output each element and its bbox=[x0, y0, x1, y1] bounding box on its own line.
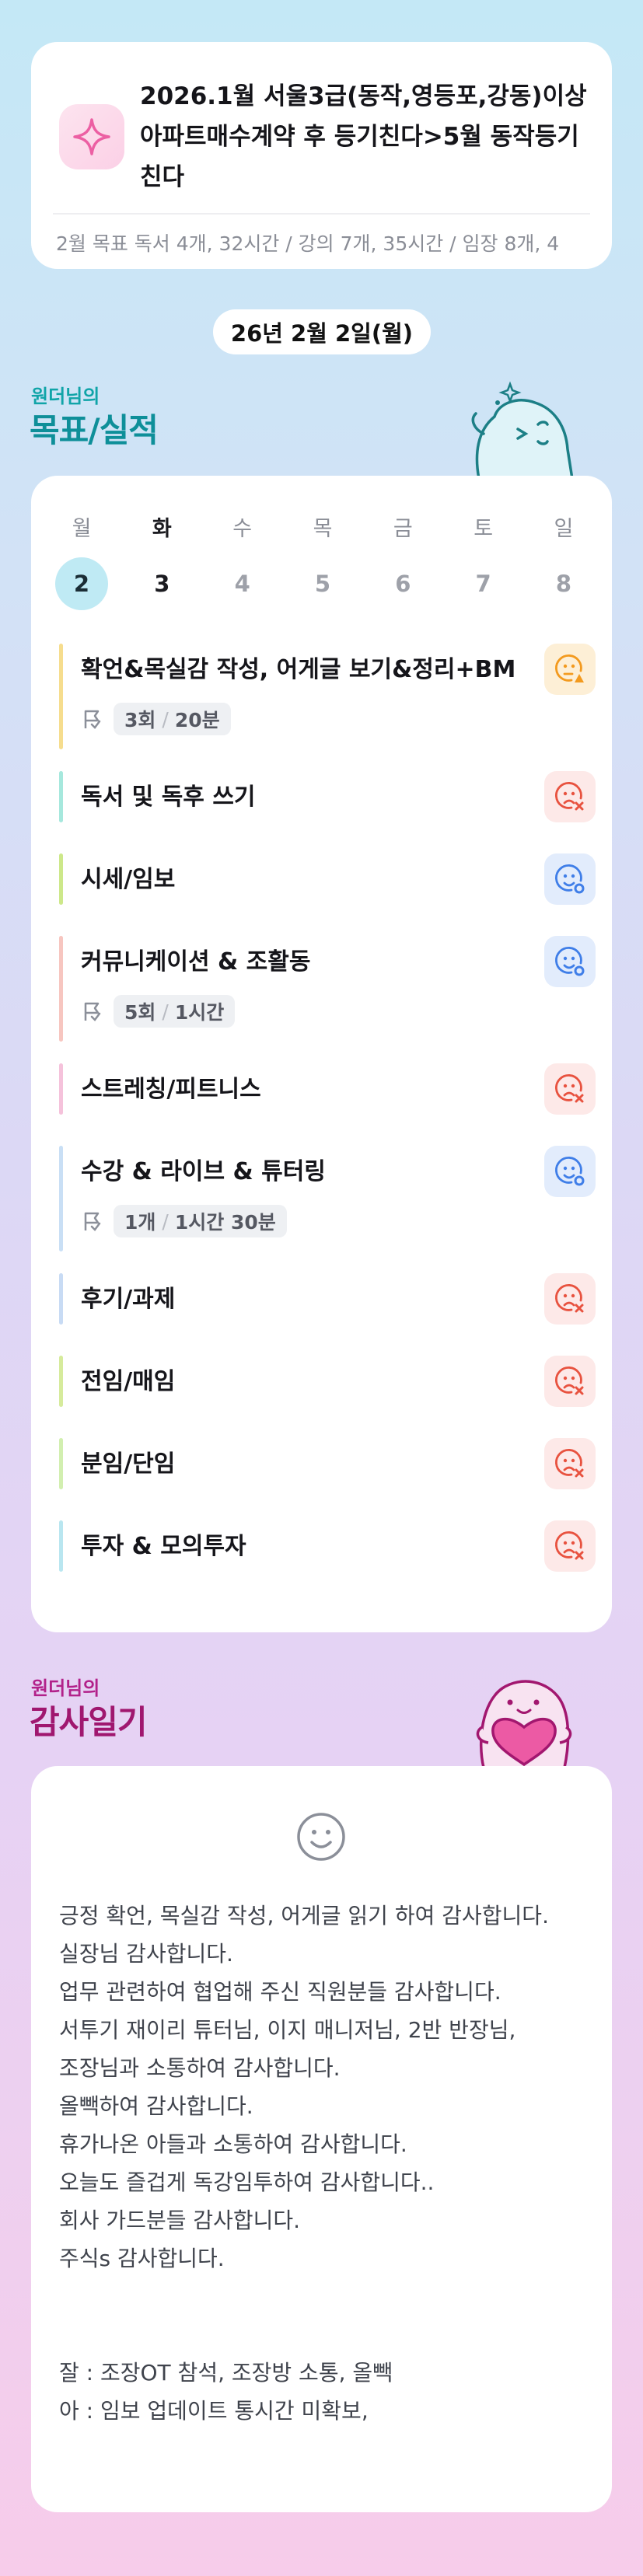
ghost-mascot-icon bbox=[471, 381, 575, 480]
weekday-label: 화 bbox=[152, 517, 172, 541]
sad-face-fail-icon bbox=[555, 1284, 584, 1313]
calendar-date[interactable]: 5 bbox=[295, 557, 350, 611]
status-button[interactable] bbox=[544, 936, 596, 987]
status-button[interactable] bbox=[544, 644, 596, 695]
calendar-date-selected[interactable]: 2 bbox=[54, 557, 109, 611]
task-time: 20분 bbox=[174, 709, 220, 731]
status-button[interactable] bbox=[544, 771, 596, 822]
monthly-goal-card[interactable]: 2026.1월 서울3급(동작,영등포,강동)이상 아파트매수계약 후 등기친다… bbox=[31, 42, 612, 269]
task-name: 투자 & 모의투자 bbox=[81, 1533, 246, 1560]
weekday-label: 금 bbox=[393, 517, 413, 541]
task-row[interactable]: 후기/과제 bbox=[59, 1273, 596, 1325]
task-meta: 3회 /20분 bbox=[81, 703, 231, 735]
date-number: 2 bbox=[55, 557, 108, 610]
divider bbox=[53, 213, 590, 215]
task-row[interactable]: 수강 & 라이브 & 튜터링 1개 /1시간 30분 bbox=[59, 1146, 596, 1251]
task-color-bar bbox=[59, 644, 63, 749]
status-button[interactable] bbox=[544, 1063, 596, 1115]
task-name: 분임/단임 bbox=[81, 1450, 176, 1478]
task-name: 독서 및 독후 쓰기 bbox=[81, 784, 256, 811]
heart-mascot-icon bbox=[476, 1680, 572, 1768]
task-name: 후기/과제 bbox=[81, 1286, 176, 1313]
date-selector[interactable]: 26년 2월 2일(월) bbox=[213, 309, 431, 354]
task-row[interactable]: 확언&목실감 작성, 어게글 보기&정리+BM작성 3회 /20분 bbox=[59, 644, 596, 749]
task-row[interactable]: 커뮤니케이션 & 조활동 5회 /1시간 bbox=[59, 936, 596, 1042]
weekday-label: 목 bbox=[313, 517, 333, 541]
separator: / bbox=[162, 1000, 169, 1023]
sad-face-fail-icon bbox=[555, 1531, 584, 1560]
task-name: 시세/임보 bbox=[81, 866, 176, 893]
status-button[interactable] bbox=[544, 1146, 596, 1197]
task-time: 1시간 bbox=[174, 1001, 225, 1024]
section-title: 목표/실적 bbox=[30, 411, 159, 449]
task-count: 5회 bbox=[124, 1001, 156, 1024]
task-color-bar bbox=[59, 1063, 63, 1115]
status-button[interactable] bbox=[544, 1356, 596, 1407]
weekday-label: 토 bbox=[474, 517, 494, 541]
task-color-bar bbox=[59, 771, 63, 822]
task-row[interactable]: 시세/임보 bbox=[59, 853, 596, 905]
task-row[interactable]: 분임/단임 bbox=[59, 1438, 596, 1489]
sad-face-fail-icon bbox=[555, 1367, 584, 1395]
task-name: 확언&목실감 작성, 어게글 보기&정리+BM작성 bbox=[81, 656, 516, 683]
gratitude-journal-card[interactable]: 긍정 확언, 목실감 작성, 어게글 읽기 하여 감사합니다. 실장님 감사합니… bbox=[31, 1766, 612, 2512]
weekday-label: 일 bbox=[554, 517, 574, 541]
task-name: 커뮤니케이션 & 조활동 bbox=[81, 948, 311, 976]
calendar-date[interactable]: 7 bbox=[456, 557, 511, 611]
status-button[interactable] bbox=[544, 1520, 596, 1572]
status-button[interactable] bbox=[544, 1273, 596, 1325]
task-color-bar bbox=[59, 1273, 63, 1325]
task-meta: 5회 /1시간 bbox=[81, 995, 236, 1028]
task-meta: 1개 /1시간 30분 bbox=[81, 1205, 287, 1237]
status-button[interactable] bbox=[544, 853, 596, 905]
neutral-face-partial-icon bbox=[555, 654, 584, 682]
goal-summary: 2월 목표 독서 4개, 32시간 / 강의 7개, 35시간 / 임장 8개,… bbox=[56, 232, 560, 255]
task-name: 전임/매임 bbox=[81, 1368, 176, 1395]
happy-face-done-icon bbox=[555, 1157, 585, 1186]
happy-face-done-icon bbox=[555, 947, 585, 976]
weekday-label: 수 bbox=[232, 517, 253, 541]
separator: / bbox=[162, 1209, 169, 1233]
task-row[interactable]: 스트레칭/피트니스 bbox=[59, 1063, 596, 1115]
task-stats-chip: 5회 /1시간 bbox=[114, 995, 236, 1028]
calendar-date[interactable]: 6 bbox=[376, 557, 430, 611]
flag-icon bbox=[84, 710, 101, 729]
task-color-bar bbox=[59, 936, 63, 1042]
sad-face-fail-icon bbox=[555, 782, 584, 811]
flag-icon bbox=[84, 1002, 101, 1021]
week-calendar: 월 화 수 목 금 토 일 2 3 4 5 6 7 8 bbox=[54, 511, 591, 611]
calendar-date[interactable]: 4 bbox=[215, 557, 270, 611]
calendar-date[interactable]: 3 bbox=[135, 557, 189, 611]
weekday-label: 월 bbox=[72, 517, 92, 541]
task-color-bar bbox=[59, 1520, 63, 1572]
smile-face-icon bbox=[297, 1813, 345, 1861]
task-stats-chip: 1개 /1시간 30분 bbox=[114, 1205, 287, 1237]
task-stats-chip: 3회 /20분 bbox=[114, 703, 231, 735]
sad-face-fail-icon bbox=[555, 1074, 584, 1103]
sad-face-fail-icon bbox=[555, 1449, 584, 1478]
calendar-date[interactable]: 8 bbox=[536, 557, 591, 611]
task-count: 3회 bbox=[124, 709, 156, 731]
task-color-bar bbox=[59, 1146, 63, 1251]
happy-face-done-icon bbox=[555, 864, 585, 894]
sparkle-icon bbox=[59, 104, 124, 169]
task-name: 스트레칭/피트니스 bbox=[81, 1076, 261, 1103]
task-name: 수강 & 라이브 & 튜터링 bbox=[81, 1158, 326, 1185]
status-button[interactable] bbox=[544, 1438, 596, 1489]
task-row[interactable]: 독서 및 독후 쓰기 bbox=[59, 771, 596, 822]
task-row[interactable]: 투자 & 모의투자 bbox=[59, 1520, 596, 1572]
task-time: 1시간 30분 bbox=[174, 1211, 276, 1234]
goal-title: 2026.1월 서울3급(동작,영등포,강동)이상 아파트매수계약 후 등기친다… bbox=[140, 82, 587, 191]
section-title: 감사일기 bbox=[30, 1703, 148, 1741]
task-count: 1개 bbox=[124, 1211, 156, 1234]
task-row[interactable]: 전임/매임 bbox=[59, 1356, 596, 1407]
flag-icon bbox=[84, 1212, 101, 1231]
separator: / bbox=[162, 707, 169, 731]
task-color-bar bbox=[59, 1356, 63, 1407]
task-color-bar bbox=[59, 853, 63, 905]
goals-card: 월 화 수 목 금 토 일 2 3 4 5 6 7 8 확언&목실감 작성, 어… bbox=[31, 476, 612, 1632]
journal-text: 긍정 확언, 목실감 작성, 어게글 읽기 하여 감사합니다. 실장님 감사합니… bbox=[59, 1903, 549, 2424]
task-color-bar bbox=[59, 1438, 63, 1489]
